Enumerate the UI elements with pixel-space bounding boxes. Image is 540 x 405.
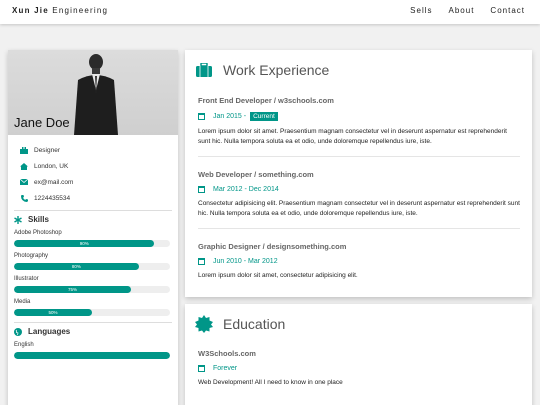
entry-title: Graphic Designer / designsomething.com [198, 242, 347, 251]
brand-rest: Engineering [52, 6, 109, 15]
phone-text: 1224435534 [34, 194, 71, 202]
skill-bar-fill: 90% [14, 240, 155, 247]
skill-bar: 80% [14, 263, 170, 270]
brand-bold: Xun Jie [12, 6, 49, 15]
profile-photo: Jane Doe [8, 50, 178, 135]
entry-description: Lorem ipsum dolor sit amet, consectetur … [198, 272, 358, 279]
location-text: London, UK [34, 162, 69, 170]
entry-title: W3Schools.com [198, 349, 256, 358]
entry-date: Forever [198, 365, 520, 372]
education-heading: Education [185, 304, 532, 344]
briefcase-icon [14, 146, 34, 154]
skill-bar: 90% [14, 240, 170, 247]
profile-card: Jane Doe Designer London, UK ex@mail.com… [8, 50, 178, 405]
skills-heading: Skills [14, 215, 172, 224]
email-row: ex@mail.com [14, 174, 178, 190]
location-row: London, UK [14, 158, 178, 174]
brand[interactable]: Xun Jie Engineering [12, 6, 108, 15]
language-bar [14, 352, 170, 359]
skill-name: Photography [14, 253, 49, 259]
education-card: Education W3Schools.com Forever Web Deve… [185, 304, 532, 405]
entry-date-text: Jun 2010 - Mar 2012 [213, 258, 278, 265]
entry-date-text: Mar 2012 - Dec 2014 [213, 186, 279, 193]
work-experience-title: Work Experience [223, 62, 330, 78]
entry-separator [198, 228, 520, 229]
divider [14, 210, 172, 211]
suitcase-icon [195, 61, 213, 79]
skill-name: Media [14, 299, 31, 305]
entry-title: Front End Developer / w3schools.com [198, 96, 334, 105]
entry-date: Jan 2015 - Current [198, 112, 520, 121]
job-text: Designer [34, 146, 61, 154]
entry-date: Jun 2010 - Mar 2012 [198, 258, 520, 265]
skill-bar-fill: 50% [14, 309, 92, 316]
language-bar-fill [14, 352, 170, 359]
work-experience-heading: Work Experience [185, 50, 532, 90]
skill-bar-fill: 80% [14, 263, 139, 270]
certificate-icon [195, 315, 213, 333]
entry-description: Consectetur adipisicing elit. Praesentiu… [198, 200, 520, 217]
profile-info: Designer London, UK ex@mail.com 12244355… [8, 135, 178, 206]
top-nav: Xun Jie Engineering Sells About Contact [0, 0, 540, 24]
nav-link-sells[interactable]: Sells [410, 6, 432, 15]
entry-separator [198, 156, 520, 157]
skill-name: Adobe Photoshop [14, 230, 62, 236]
entry-date: Mar 2012 - Dec 2014 [198, 186, 520, 193]
nav-link-about[interactable]: About [449, 6, 475, 15]
current-badge: Current [250, 112, 278, 121]
calendar-icon [198, 113, 205, 120]
languages-title: Languages [28, 327, 71, 336]
skill-bar-fill: 75% [14, 286, 131, 293]
calendar-icon [198, 258, 205, 265]
job-row: Designer [14, 142, 178, 158]
nav-links: Sells About Contact [410, 6, 525, 15]
skill-bar: 50% [14, 309, 170, 316]
languages-heading: Languages [14, 327, 172, 336]
phone-row: 1224435534 [14, 190, 178, 206]
globe-icon [8, 327, 28, 336]
calendar-icon [198, 186, 205, 193]
work-entry: Graphic Designer / designsomething.com J… [185, 242, 532, 281]
work-experience-card: Work Experience Front End Developer / w3… [185, 50, 532, 297]
asterisk-icon [8, 215, 28, 224]
skill-bar: 75% [14, 286, 170, 293]
work-entry: Web Developer / something.com Mar 2012 -… [185, 170, 532, 219]
email-text[interactable]: ex@mail.com [34, 179, 73, 186]
home-icon [14, 162, 34, 170]
entry-description: Web Development! All I need to know in o… [198, 379, 343, 386]
education-entry: W3Schools.com Forever Web Development! A… [185, 349, 532, 388]
profile-name: Jane Doe [14, 115, 70, 130]
entry-description: Lorem ipsum dolor sit amet. Praesentium … [198, 128, 507, 145]
education-title: Education [223, 316, 286, 332]
entry-title: Web Developer / something.com [198, 170, 314, 179]
skill-name: Illustrator [14, 276, 39, 282]
phone-icon [14, 194, 34, 202]
language-name: English [14, 342, 34, 348]
work-entry: Front End Developer / w3schools.com Jan … [185, 96, 532, 147]
entry-date-text: Jan 2015 - [213, 113, 247, 120]
entry-date-text: Forever [213, 365, 238, 372]
skills-title: Skills [28, 215, 49, 224]
nav-link-contact[interactable]: Contact [490, 6, 525, 15]
envelope-icon [14, 179, 34, 185]
divider [14, 322, 172, 323]
calendar-icon [198, 365, 205, 372]
